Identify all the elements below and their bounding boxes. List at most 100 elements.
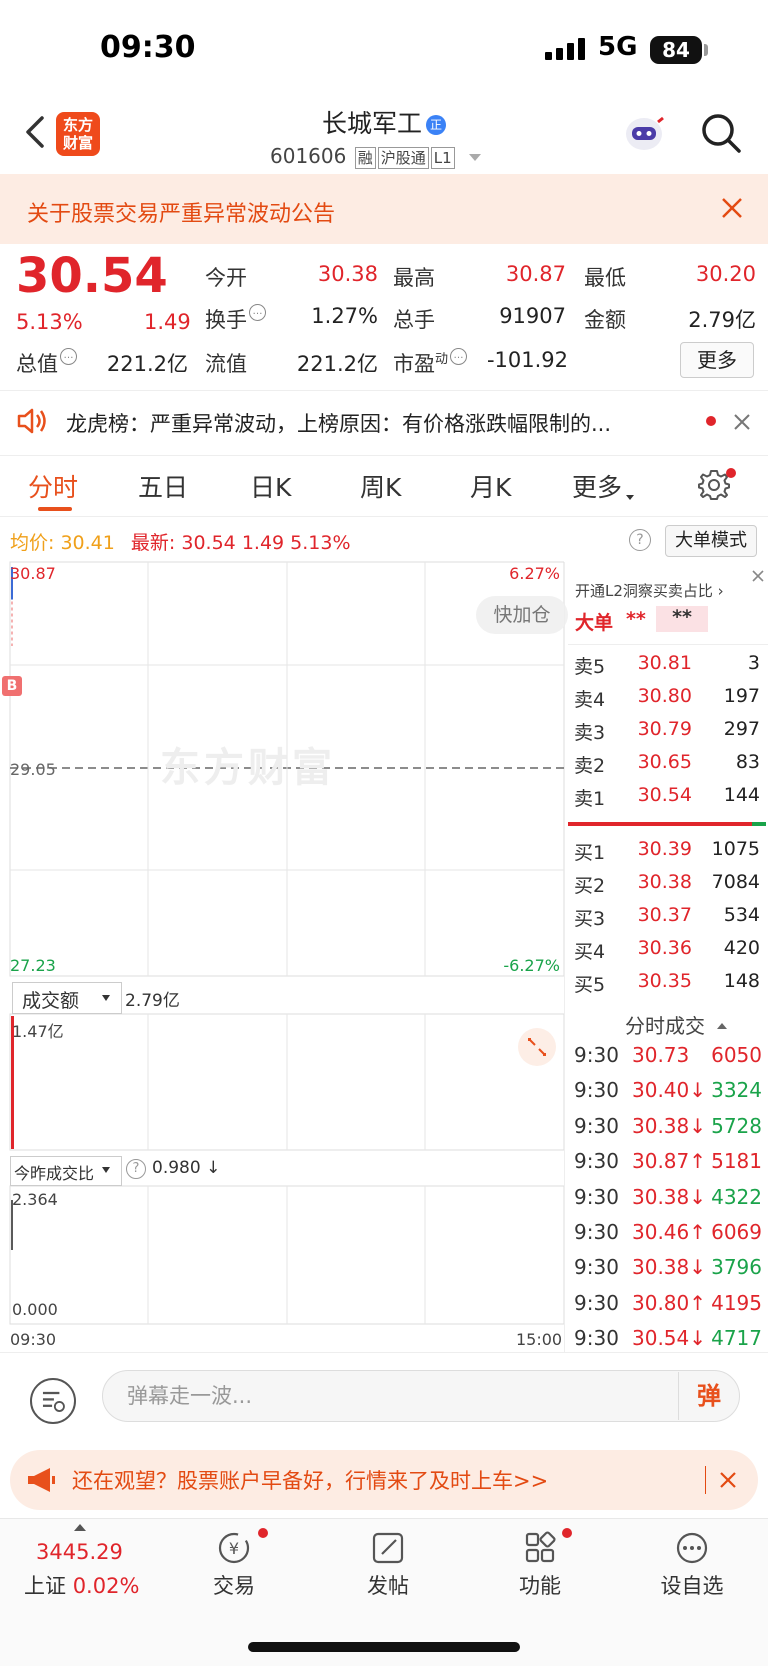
ask-label: 卖4 <box>574 689 606 711</box>
index-name-row[interactable]: 上证 0.02% <box>24 1570 139 1600</box>
l2-upgrade-link[interactable]: 开通L2洞察买卖占比 › <box>575 580 724 601</box>
help-icon[interactable]: ? <box>629 529 651 551</box>
buy-marker[interactable]: B <box>2 676 22 696</box>
help-icon[interactable]: ? <box>126 1159 146 1179</box>
danmu-input[interactable]: 弹幕走一波... <box>102 1370 740 1422</box>
ratio-max-label: 2.364 <box>12 1190 58 1209</box>
tick-row[interactable]: 9:30 30.40↓ 3324 <box>574 1078 762 1112</box>
tick-row[interactable]: 9:30 30.73 6050 <box>574 1043 762 1077</box>
ask-row[interactable]: 卖5 30.81 3 <box>574 652 760 684</box>
low-value: 30.20 <box>695 262 756 286</box>
chevron-down-icon[interactable] <box>469 154 482 161</box>
tab-intraday[interactable]: 分时 <box>28 468 78 504</box>
close-icon[interactable] <box>732 412 752 432</box>
ask-row[interactable]: 卖3 30.79 297 <box>574 718 760 750</box>
bid-price: 30.39 <box>637 838 692 860</box>
tab-weekly-k[interactable]: 周K <box>360 468 401 504</box>
tick-row[interactable]: 9:30 30.80↑ 4195 <box>574 1291 762 1325</box>
more-quote-button[interactable]: 更多 <box>680 342 754 378</box>
tick-row[interactable]: 9:30 30.54↓ 4717 <box>574 1326 762 1360</box>
ask-row[interactable]: 卖1 30.54 144 <box>574 784 760 816</box>
bid-row[interactable]: 买3 30.37 534 <box>574 904 760 936</box>
ask-row[interactable]: 卖2 30.65 83 <box>574 751 760 783</box>
chevron-up-icon[interactable] <box>74 1524 86 1531</box>
close-icon[interactable] <box>720 196 744 220</box>
bid-row[interactable]: 买1 30.39 1075 <box>574 838 760 870</box>
last-pct: 5.13% <box>290 532 351 554</box>
danmu-settings-icon[interactable] <box>30 1378 76 1424</box>
last-value: 30.54 <box>181 532 236 554</box>
tick-row[interactable]: 9:30 30.87↑ 5181 <box>574 1149 762 1183</box>
tab-active-indicator <box>38 507 72 511</box>
mktcap-value: 221.2亿 <box>106 352 188 376</box>
big-order-label: 大单 <box>575 612 614 634</box>
tick-volume: 6069 <box>711 1220 762 1244</box>
tick-time: 9:30 <box>574 1043 619 1067</box>
tick-price: 30.54↓ <box>632 1326 707 1351</box>
info-icon[interactable]: … <box>249 304 266 321</box>
nav-post-label: 发帖 <box>367 1574 409 1598</box>
turnover-value: 1.27% <box>311 304 378 328</box>
nav-add-watchlist[interactable]: 设自选 <box>632 1530 752 1600</box>
megaphone-icon <box>28 1468 55 1492</box>
ticks-title[interactable]: 分时成交 <box>625 1010 727 1039</box>
tab-five-day[interactable]: 五日 <box>138 468 188 504</box>
big-order-mode-button[interactable]: 大单模式 <box>665 525 757 557</box>
grid-icon <box>525 1531 556 1563</box>
expand-icon[interactable] <box>518 1028 556 1066</box>
announcement-text[interactable]: 关于股票交易严重异常波动公告 <box>27 196 335 228</box>
chart-grid <box>9 561 564 1325</box>
volume-selector-label[interactable]: 成交额 <box>22 986 79 1013</box>
ratio-min-label: 0.000 <box>12 1300 58 1319</box>
index-pct: 0.02% <box>72 1574 140 1598</box>
ask-bid-ratio-bar-green <box>752 822 766 826</box>
ask-volume: 144 <box>723 784 760 806</box>
info-icon[interactable]: … <box>60 348 77 365</box>
tick-row[interactable]: 9:30 30.46↑ 6069 <box>574 1220 762 1254</box>
bid-row[interactable]: 买5 30.35 148 <box>574 970 760 1002</box>
high-label: 最高 <box>393 266 435 290</box>
intraday-chart[interactable] <box>0 560 564 1340</box>
volume-value: 91907 <box>499 304 566 328</box>
axis-min-pct: -6.27% <box>503 956 560 975</box>
tick-price: 30.73 <box>632 1043 690 1067</box>
tick-time: 9:30 <box>574 1326 619 1351</box>
mktcap-label: 总值… <box>16 348 77 378</box>
robot-assistant-icon[interactable] <box>622 114 666 154</box>
tab-daily-k[interactable]: 日K <box>250 468 291 504</box>
tick-row[interactable]: 9:30 30.38↓ 3796 <box>574 1255 762 1289</box>
fast-add-position-button[interactable]: 快加仓 <box>476 596 568 634</box>
ratio-selector-label[interactable]: 今昨成交比 <box>14 1160 94 1184</box>
home-indicator[interactable] <box>248 1642 520 1652</box>
pe-label-text: 市盈 <box>393 352 435 376</box>
close-icon[interactable] <box>718 1470 738 1490</box>
close-icon[interactable] <box>750 568 766 584</box>
turnover-label-text: 换手 <box>205 308 247 332</box>
ask-row[interactable]: 卖4 30.80 197 <box>574 685 760 717</box>
bid-row[interactable]: 买2 30.38 7084 <box>574 871 760 903</box>
bid-row[interactable]: 买4 30.36 420 <box>574 937 760 969</box>
search-icon[interactable] <box>700 112 742 154</box>
lhb-text[interactable]: 龙虎榜：严重异常波动，上榜原因：有价格涨跌幅限制的... <box>66 408 666 438</box>
dropdown-icon <box>102 1167 110 1173</box>
notification-dot <box>258 1528 268 1538</box>
danmu-send-button[interactable]: 弹 <box>678 1372 739 1420</box>
nav-post[interactable]: 发帖 <box>328 1530 448 1600</box>
signal-icon <box>545 38 585 60</box>
index-value[interactable]: 3445.29 <box>36 1540 123 1564</box>
tick-row[interactable]: 9:30 30.38↓ 4322 <box>574 1185 762 1219</box>
info-icon[interactable]: … <box>450 348 468 365</box>
tab-monthly-k[interactable]: 月K <box>470 468 511 504</box>
tick-row[interactable]: 9:30 30.38↓ 5728 <box>574 1114 762 1148</box>
nav-functions-label: 功能 <box>519 1574 561 1598</box>
network-type: 5G <box>598 32 638 62</box>
nav-trade[interactable]: ¥ 交易 <box>174 1530 294 1600</box>
trade-icon: ¥ <box>218 1532 250 1564</box>
promo-text[interactable]: 还在观望？股票账户早备好，行情来了及时上车>> <box>72 1465 548 1495</box>
nav-functions[interactable]: 功能 <box>480 1530 600 1600</box>
tab-more[interactable]: 更多 <box>572 468 635 504</box>
volume-max-label: 1.47亿 <box>12 1022 64 1041</box>
bid-volume: 534 <box>723 904 760 926</box>
stock-code-row[interactable]: 601606 融沪股通 L1 <box>270 144 482 169</box>
bid-label: 买5 <box>574 974 606 996</box>
